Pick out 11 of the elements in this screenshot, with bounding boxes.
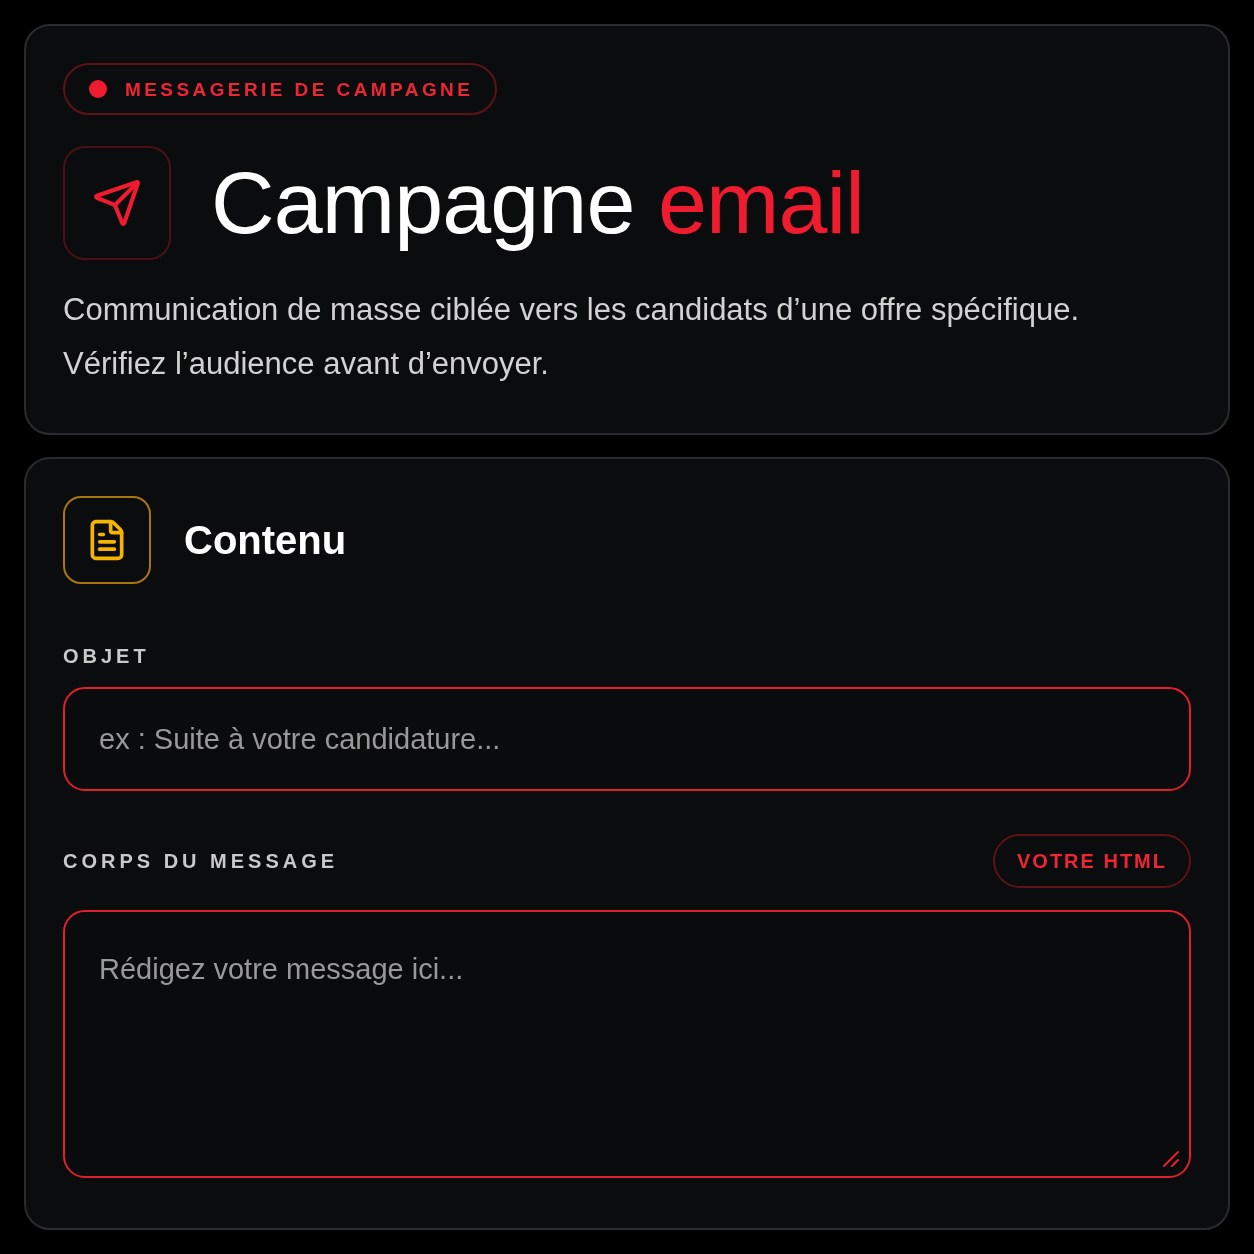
badge-label: MESSAGERIE DE CAMPAGNE [125,79,474,99]
field-label: OBJET [63,646,150,666]
field-label: CORPS DU MESSAGE [63,851,339,871]
dot-icon [89,80,107,98]
section-title: Contenu [184,520,347,560]
resize-handle-icon[interactable] [1163,1151,1179,1167]
html-toggle-button[interactable]: VOTRE HTML [993,834,1191,888]
send-icon [92,178,142,228]
subject-input[interactable]: ex : Suite à votre candidature... [63,687,1191,791]
page-description: Communication de masse ciblée vers les candidats d’une offre spécifique. Vérifiez l’audience avant d’envoyer. [63,291,1081,383]
message-body-textarea[interactable]: Rédigez votre message ici... [63,910,1191,1178]
